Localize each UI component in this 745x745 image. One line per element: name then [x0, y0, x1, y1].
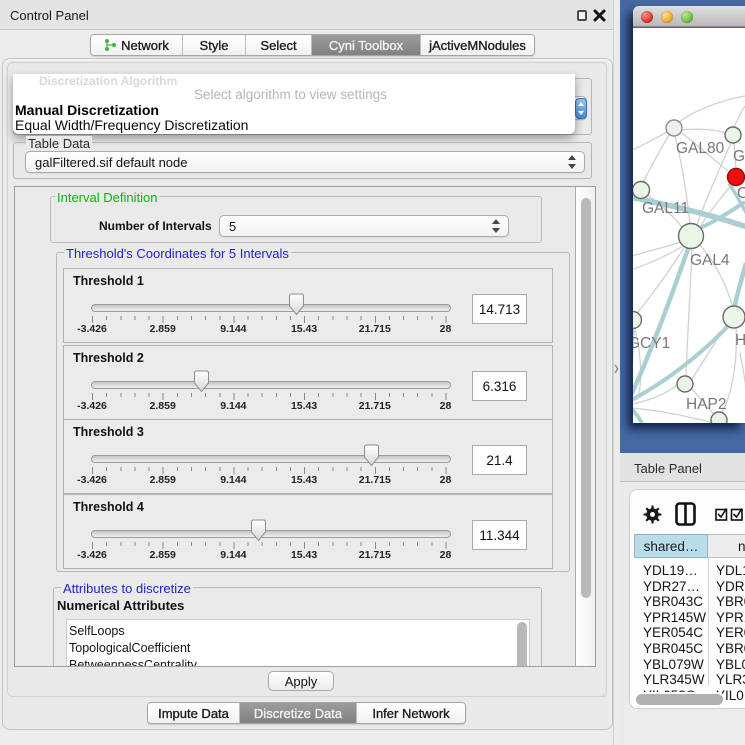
svg-text:GAL4: GAL4 — [690, 252, 730, 269]
svg-text:GCY1: GCY1 — [633, 335, 670, 352]
svg-text:GAL80: GAL80 — [676, 140, 725, 157]
svg-text:CY: CY — [737, 185, 745, 202]
svg-text:GAL11: GAL11 — [642, 200, 689, 217]
svg-text:H: H — [735, 332, 745, 349]
svg-text:HAP2: HAP2 — [686, 396, 727, 413]
svg-text:GA: GA — [733, 148, 745, 165]
